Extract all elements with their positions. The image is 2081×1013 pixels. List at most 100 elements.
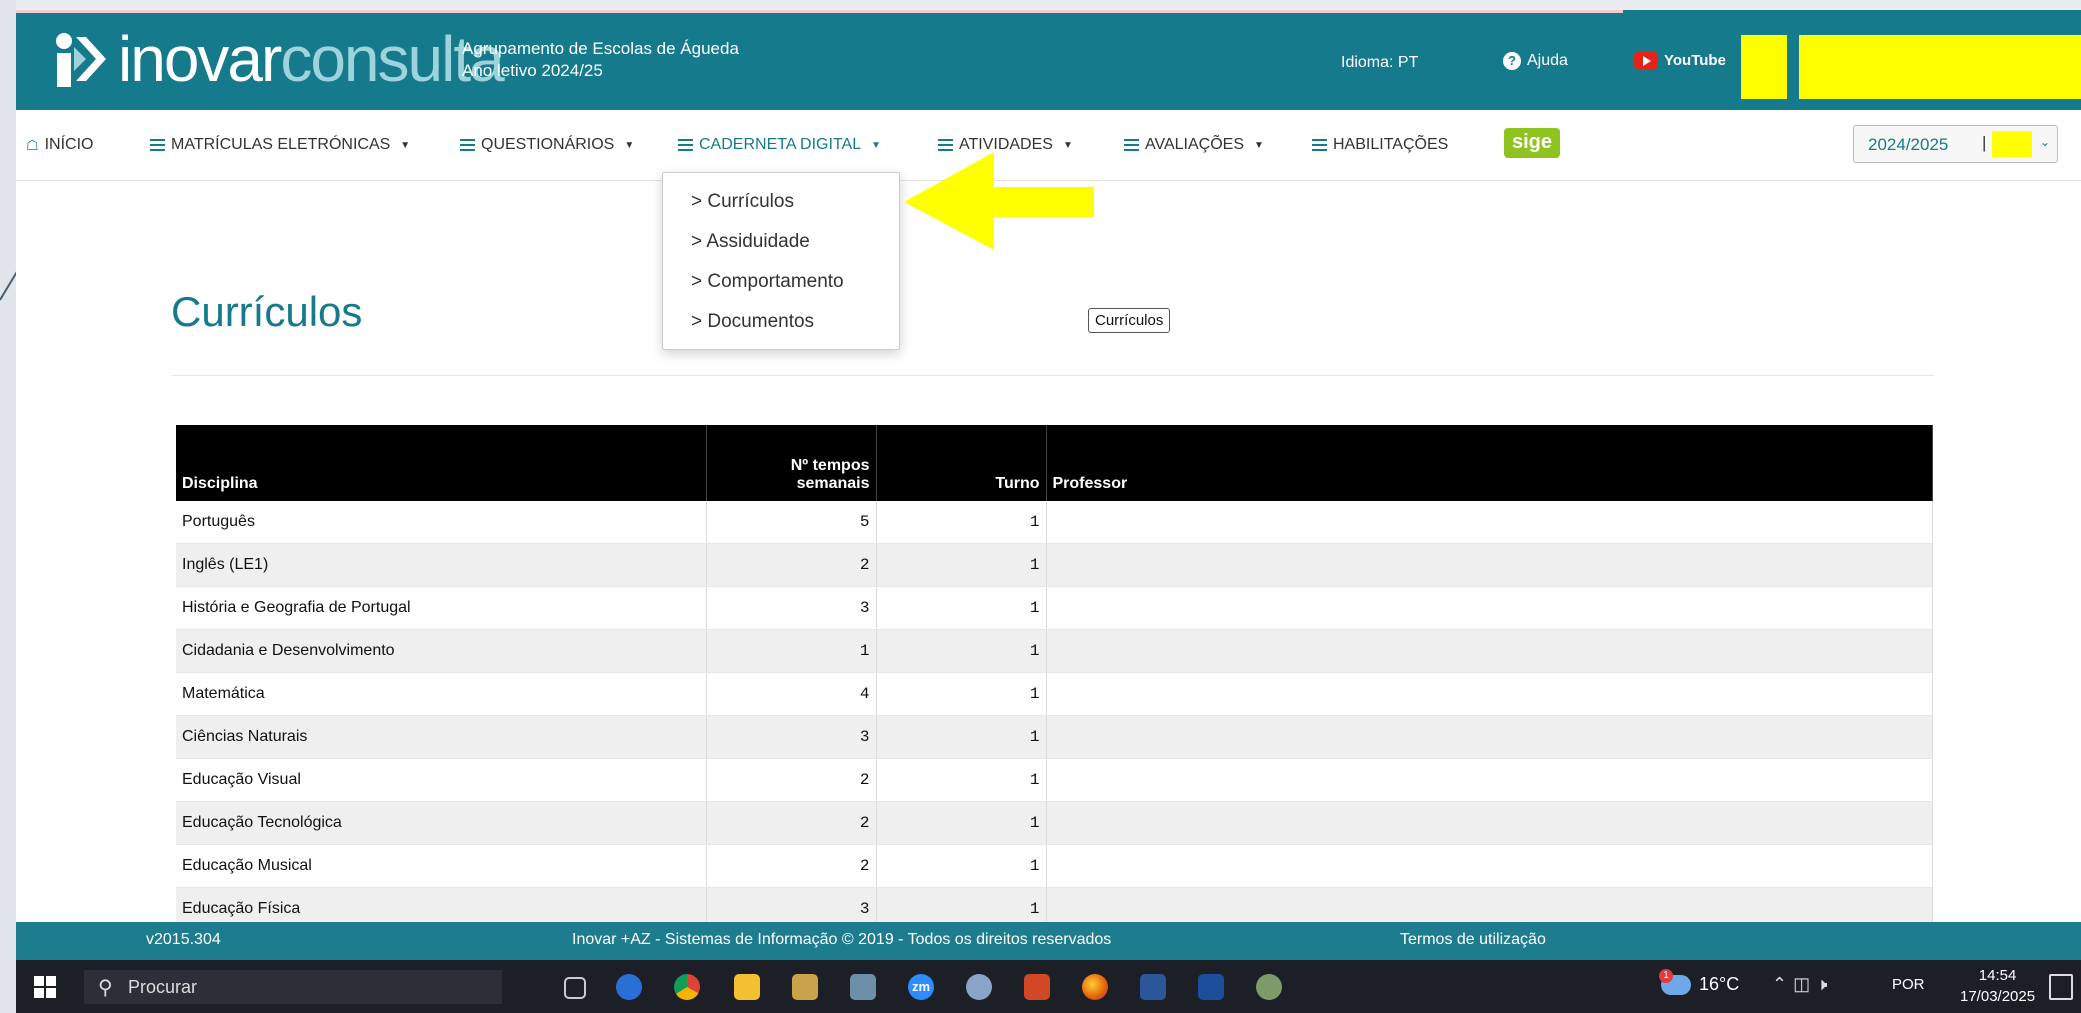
caret-down-icon: ▼ [871,139,882,151]
app-c-icon[interactable] [1198,974,1224,1000]
taskbar-search-input[interactable]: ⚲ Procurar [84,970,502,1004]
site-footer: v2015.304 Inovar +AZ - Sistemas de Infor… [16,922,2081,960]
search-placeholder: Procurar [128,977,198,997]
yellow-arrow-icon [904,152,1094,250]
caret-down-icon: ▼ [1254,139,1264,151]
cell-professor [1046,758,1933,802]
taskbar-clock[interactable]: 14:54 17/03/2025 [1960,965,2035,1007]
weather-alert-badge: 1 [1659,968,1673,983]
cell-turno: 1 [876,586,1047,630]
table-row: Inglês (LE1) 2 1 [176,543,1933,587]
cell-tempos: 2 [706,844,877,888]
firefox-icon[interactable] [1082,974,1108,1000]
cell-disciplina: Português [176,501,707,544]
list-icon [678,138,693,152]
cell-disciplina: Cidadania e Desenvolvimento [176,629,707,673]
language-selector[interactable]: Idioma: PT [1341,54,1418,72]
menu-item-assiduidade[interactable]: > Assiduidade [691,231,810,253]
inovar-logo[interactable]: inovarconsulta [52,24,505,94]
redacted-class-name [1992,131,2032,157]
nav-matriculas-label: MATRÍCULAS ELETRÓNICAS [171,136,391,153]
cell-tempos: 4 [706,672,877,716]
nav-caderneta-digital[interactable]: CADERNETA DIGITAL ▼ [678,136,881,154]
caret-down-icon: ▼ [624,139,635,151]
header-tempos-line1: Nº tempos [790,457,870,474]
logo-bold-text: inovar [118,23,282,95]
youtube-link[interactable]: YouTube [1634,52,1726,69]
cell-professor [1046,672,1933,716]
cell-turno: 1 [876,758,1047,802]
menu-item-documentos[interactable]: > Documentos [691,311,814,333]
menu-item-label: Currículos [707,191,794,212]
powerpoint-icon[interactable] [1024,974,1050,1000]
nav-questionarios[interactable]: QUESTIONÁRIOS ▼ [460,136,634,154]
cell-tempos: 3 [706,715,877,759]
cell-tempos: 3 [706,586,877,630]
notifications-icon[interactable] [2049,974,2073,1000]
logo-text: inovarconsulta [118,27,505,91]
cell-disciplina: História e Geografia de Portugal [176,586,707,630]
year-select-separator: | [1982,133,1987,152]
cell-professor [1046,543,1933,587]
nav-caderneta-label: CADERNETA DIGITAL [699,136,862,153]
menu-item-curriculos[interactable]: > Currículos [691,191,794,213]
chrome-icon[interactable] [674,974,700,1000]
cell-turno: 1 [876,801,1047,845]
clock-time: 14:54 [1978,967,2017,984]
nav-habilitacoes[interactable]: HABILITAÇÕES [1312,136,1448,154]
sketch-app-icon[interactable] [966,974,992,1000]
cell-professor [1046,629,1933,673]
cell-tempos: 2 [706,543,877,587]
cell-professor [1046,801,1933,845]
paint-app-icon[interactable] [792,974,818,1000]
word-icon[interactable] [1140,974,1166,1000]
chevron-right-icon: > [691,191,703,212]
header-tempos: Nº tempos semanais [706,425,877,501]
redacted-avatar[interactable] [1741,35,1787,99]
school-year: Ano letivo 2024/25 [462,61,603,80]
footer-terms-link[interactable]: Termos de utilização [1400,931,1546,949]
file-explorer-icon[interactable] [734,974,760,1000]
windows-taskbar: ⚲ Procurar zm 1 16°C ⌃◫🕨 POR 14:54 17/03… [16,960,2081,1013]
table-row: Educação Visual 2 1 [176,758,1933,802]
redacted-user-name[interactable] [1799,35,2081,99]
windows-start-icon[interactable] [34,976,56,998]
cell-tempos: 2 [706,758,877,802]
paint-brush-app-icon[interactable] [1256,974,1282,1000]
task-view-icon[interactable] [564,977,586,999]
cell-tempos: 1 [706,629,877,673]
help-link[interactable]: ? Ajuda [1503,52,1568,70]
clock-app-icon[interactable] [616,974,642,1000]
input-language[interactable]: POR [1892,976,1925,993]
school-year-select[interactable]: 2024/2025 | ⌄ [1853,125,2058,163]
calculator-icon[interactable] [850,974,876,1000]
cell-turno: 1 [876,844,1047,888]
table-row: Português 5 1 [176,501,1933,544]
browser-page: inovarconsulta Agrupamento de Escolas de… [16,10,2081,1013]
chevron-down-icon: ⌄ [2040,135,2051,149]
cell-professor [1046,586,1933,630]
menu-item-comportamento[interactable]: > Comportamento [691,271,844,293]
nav-inicio[interactable]: ☖ INÍCIO [26,136,93,154]
nav-avaliacoes[interactable]: AVALIAÇÕES ▼ [1124,136,1264,154]
nav-matriculas[interactable]: MATRÍCULAS ELETRÓNICAS ▼ [150,136,410,154]
menu-item-label: Assiduidade [706,231,810,252]
caderneta-dropdown-menu: > Currículos > Assiduidade > Comportamen… [662,172,900,350]
sige-button[interactable]: sige [1504,128,1561,158]
chevron-right-icon: > [691,231,703,252]
nav-questionarios-label: QUESTIONÁRIOS [481,136,615,153]
search-icon: ⚲ [98,977,113,999]
curriculos-button[interactable]: Currículos [1088,308,1171,333]
network-icon: ◫ [1793,974,1817,994]
cell-tempos: 5 [706,501,877,544]
weather-widget[interactable]: 1 16°C [1659,968,1739,995]
nav-habilitacoes-label: HABILITAÇÕES [1333,136,1449,153]
year-select-value: 2024/2025 [1868,135,1949,154]
cell-disciplina: Educação Visual [176,758,707,802]
cell-turno: 1 [876,629,1047,673]
list-icon [150,138,165,152]
zoom-icon[interactable]: zm [908,974,934,1000]
cell-disciplina: Matemática [176,672,707,716]
volume-muted-icon: 🕨 [1816,974,1834,994]
system-tray-icons[interactable]: ⌃◫🕨 [1772,974,1833,995]
